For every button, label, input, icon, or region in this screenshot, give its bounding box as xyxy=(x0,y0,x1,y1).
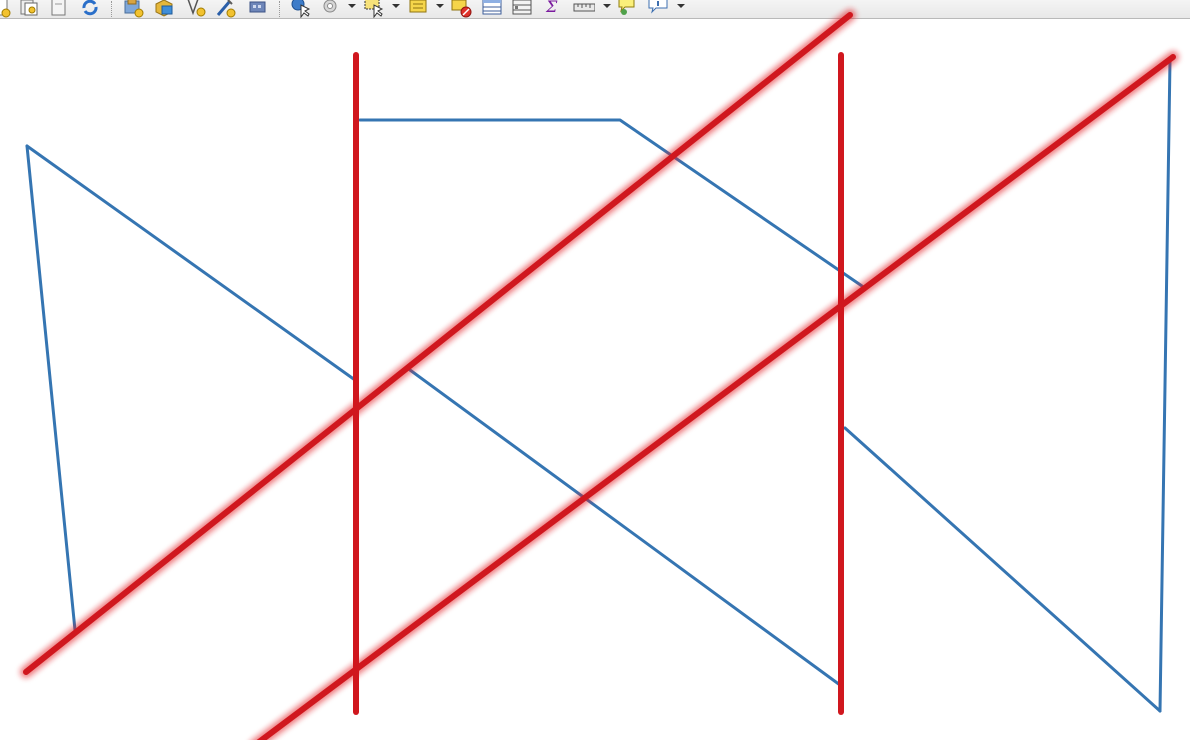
map-layers xyxy=(20,9,1179,740)
blue-line-feature xyxy=(408,368,842,687)
red-line-glow xyxy=(20,9,1179,740)
red-line-feature xyxy=(23,12,853,675)
red-line-layer xyxy=(23,12,1176,740)
blue-line-layer xyxy=(25,58,1172,713)
map-canvas[interactable] xyxy=(0,9,1190,740)
blue-line-feature xyxy=(843,426,1162,713)
blue-line-feature xyxy=(25,144,357,382)
blue-line-feature xyxy=(1158,58,1172,713)
blue-line-feature xyxy=(25,144,77,632)
